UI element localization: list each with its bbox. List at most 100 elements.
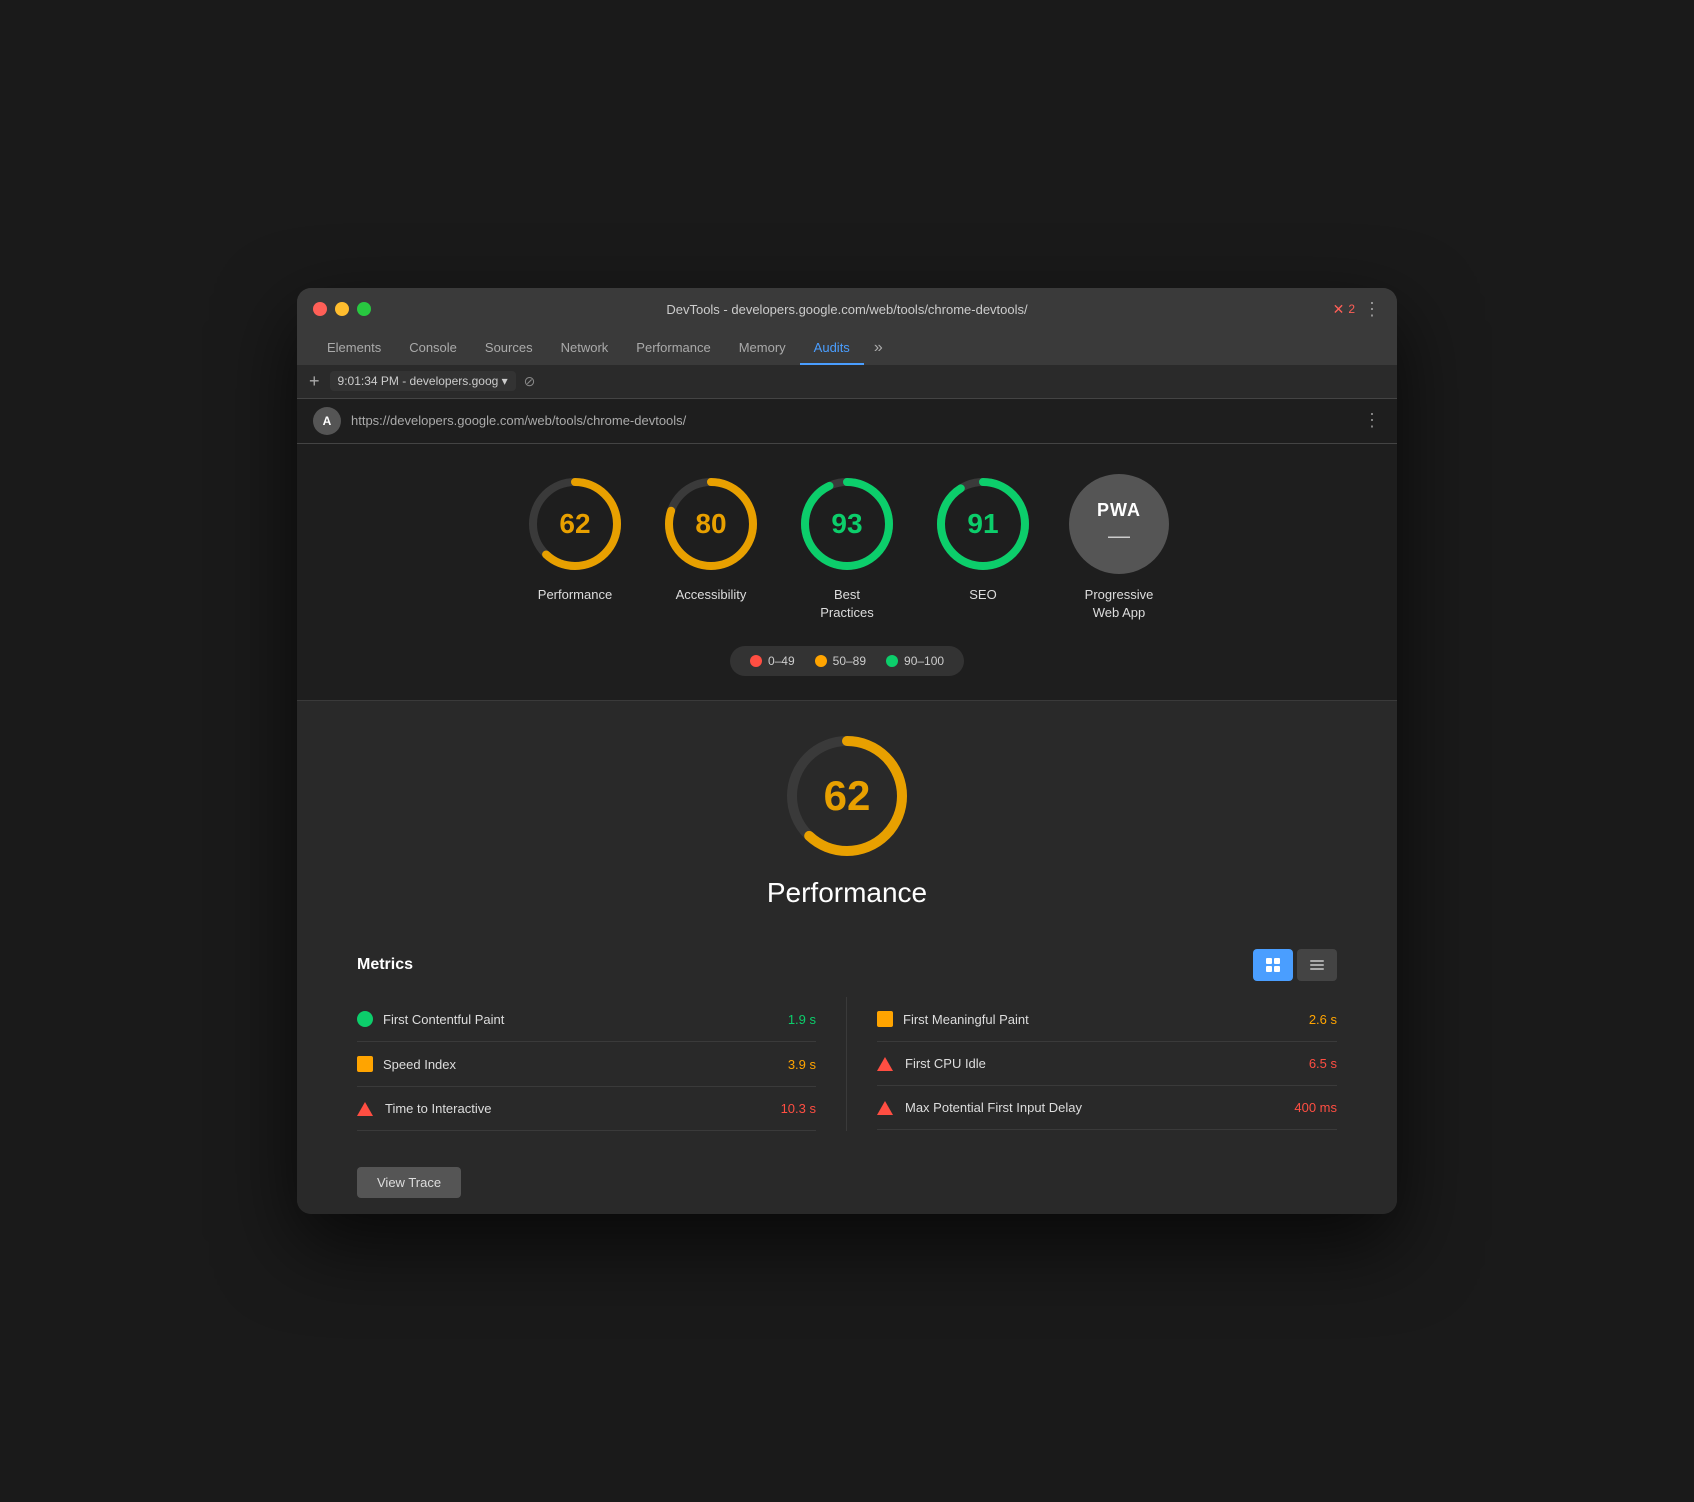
legend-dot-low — [750, 655, 762, 667]
seo-score-91: 91 — [967, 508, 998, 540]
legend-dot-high — [886, 655, 898, 667]
acc-score-80: 80 — [695, 508, 726, 540]
tab-elements[interactable]: Elements — [313, 332, 395, 365]
legend-high: 90–100 — [886, 654, 944, 668]
pwa-label: ProgressiveWeb App — [1085, 586, 1154, 622]
devtools-content: A https://developers.google.com/web/tool… — [297, 399, 1397, 1214]
metric-name-si: Speed Index — [383, 1057, 778, 1072]
metric-first-cpu-idle: First CPU Idle 6.5 s — [877, 1042, 1337, 1086]
more-tabs-button[interactable]: » — [864, 331, 893, 365]
tab-performance[interactable]: Performance — [622, 332, 724, 365]
metric-icon-fmp — [877, 1011, 893, 1027]
tab-sources[interactable]: Sources — [471, 332, 547, 365]
score-circle-best-practices: 93 — [797, 474, 897, 574]
legend-dot-mid — [815, 655, 827, 667]
metric-first-meaningful-paint: First Meaningful Paint 2.6 s — [877, 997, 1337, 1042]
tab-console[interactable]: Console — [395, 332, 471, 365]
more-button-container: View Trace — [297, 1151, 1397, 1214]
error-count: 2 — [1348, 302, 1355, 316]
metrics-right-col: First Meaningful Paint 2.6 s First CPU I… — [847, 997, 1337, 1131]
score-circle-performance: 62 — [525, 474, 625, 574]
bp-label: BestPractices — [820, 586, 873, 622]
metrics-grid: First Contentful Paint 1.9 s Speed Index… — [357, 997, 1337, 1131]
metric-value-si: 3.9 s — [788, 1057, 816, 1072]
score-circles: 62 Performance 80 Accessibility — [525, 474, 1169, 622]
score-item-seo: 91 SEO — [933, 474, 1033, 604]
metric-value-fid: 400 ms — [1294, 1100, 1337, 1115]
metric-name-fid: Max Potential First Input Delay — [905, 1100, 1284, 1115]
toggle-list-button[interactable] — [1297, 949, 1337, 981]
perf-detail-score: 62 — [824, 772, 871, 820]
metric-value-fcp: 1.9 s — [788, 1012, 816, 1027]
metrics-header: Metrics — [357, 949, 1337, 981]
browser-window: DevTools - developers.google.com/web/too… — [297, 288, 1397, 1214]
devtools-tab-bar: Elements Console Sources Network Perform… — [313, 331, 1381, 365]
perf-detail-title: Performance — [767, 877, 927, 909]
address-tab[interactable]: 9:01:34 PM - developers.goog ▾ — [330, 371, 516, 391]
metric-name-fci: First CPU Idle — [905, 1056, 1299, 1071]
window-title: DevTools - developers.google.com/web/too… — [666, 302, 1027, 317]
metric-time-to-interactive: Time to Interactive 10.3 s — [357, 1087, 816, 1131]
score-item-pwa: PWA — ProgressiveWeb App — [1069, 474, 1169, 622]
metric-icon-fid — [877, 1101, 893, 1115]
metrics-section: Metrics — [297, 949, 1397, 1151]
metric-first-contentful-paint: First Contentful Paint 1.9 s — [357, 997, 816, 1042]
view-trace-button[interactable]: View Trace — [357, 1167, 461, 1198]
bp-score-93: 93 — [831, 508, 862, 540]
score-circle-seo: 91 — [933, 474, 1033, 574]
close-button[interactable] — [313, 302, 327, 316]
metric-icon-si — [357, 1056, 373, 1072]
tab-audits[interactable]: Audits — [800, 332, 864, 365]
perf-score-62: 62 — [559, 508, 590, 540]
new-tab-button[interactable]: + — [309, 371, 320, 392]
title-bar-top: DevTools - developers.google.com/web/too… — [313, 302, 1381, 317]
menu-dots-icon[interactable]: ⋮ — [1363, 299, 1381, 320]
metric-speed-index: Speed Index 3.9 s — [357, 1042, 816, 1087]
score-circle-accessibility: 80 — [661, 474, 761, 574]
metric-icon-tti — [357, 1102, 373, 1116]
perf-score-center: 62 Performance — [357, 731, 1337, 909]
perf-score-big: 62 — [782, 731, 912, 861]
acc-label: Accessibility — [676, 586, 747, 604]
metric-value-fmp: 2.6 s — [1309, 1012, 1337, 1027]
pwa-logo-text: PWA — [1097, 500, 1141, 521]
perf-label: Performance — [538, 586, 612, 604]
title-bar-right: ✕ 2 ⋮ — [1333, 299, 1381, 320]
traffic-lights — [313, 302, 371, 316]
score-item-accessibility: 80 Accessibility — [661, 474, 761, 604]
legend-high-label: 90–100 — [904, 654, 944, 668]
score-item-best-practices: 93 BestPractices — [797, 474, 897, 622]
devtools-url-menu-icon[interactable]: ⋮ — [1363, 410, 1381, 431]
score-item-performance: 62 Performance — [525, 474, 625, 604]
score-legend: 0–49 50–89 90–100 — [730, 646, 964, 676]
pwa-circle: PWA — — [1069, 474, 1169, 574]
audit-summary: 62 Performance 80 Accessibility — [297, 444, 1397, 700]
legend-low: 0–49 — [750, 654, 795, 668]
legend-mid: 50–89 — [815, 654, 866, 668]
metric-name-fcp: First Contentful Paint — [383, 1012, 778, 1027]
legend-low-label: 0–49 — [768, 654, 795, 668]
devtools-url-bar: A https://developers.google.com/web/tool… — [297, 399, 1397, 444]
address-bar-row: + 9:01:34 PM - developers.goog ▾ ⊘ — [297, 365, 1397, 399]
tab-memory[interactable]: Memory — [725, 332, 800, 365]
tab-network[interactable]: Network — [547, 332, 623, 365]
minimize-button[interactable] — [335, 302, 349, 316]
metric-name-tti: Time to Interactive — [385, 1101, 771, 1116]
metric-max-potential-fid: Max Potential First Input Delay 400 ms — [877, 1086, 1337, 1130]
metrics-left-col: First Contentful Paint 1.9 s Speed Index… — [357, 997, 847, 1131]
error-icon: ✕ — [1333, 301, 1345, 318]
metric-value-fci: 6.5 s — [1309, 1056, 1337, 1071]
metrics-title: Metrics — [357, 956, 413, 974]
maximize-button[interactable] — [357, 302, 371, 316]
pwa-dash: — — [1108, 525, 1130, 547]
metric-value-tti: 10.3 s — [781, 1101, 816, 1116]
devtools-url-text: https://developers.google.com/web/tools/… — [351, 413, 1363, 428]
metric-name-fmp: First Meaningful Paint — [903, 1012, 1299, 1027]
error-badge: ✕ 2 — [1333, 301, 1355, 318]
toggle-grid-button[interactable] — [1253, 949, 1293, 981]
performance-detail: 62 Performance — [297, 700, 1397, 949]
site-logo: A — [313, 407, 341, 435]
stop-icon[interactable]: ⊘ — [524, 373, 536, 390]
metric-icon-fcp — [357, 1011, 373, 1027]
metrics-toggle — [1253, 949, 1337, 981]
